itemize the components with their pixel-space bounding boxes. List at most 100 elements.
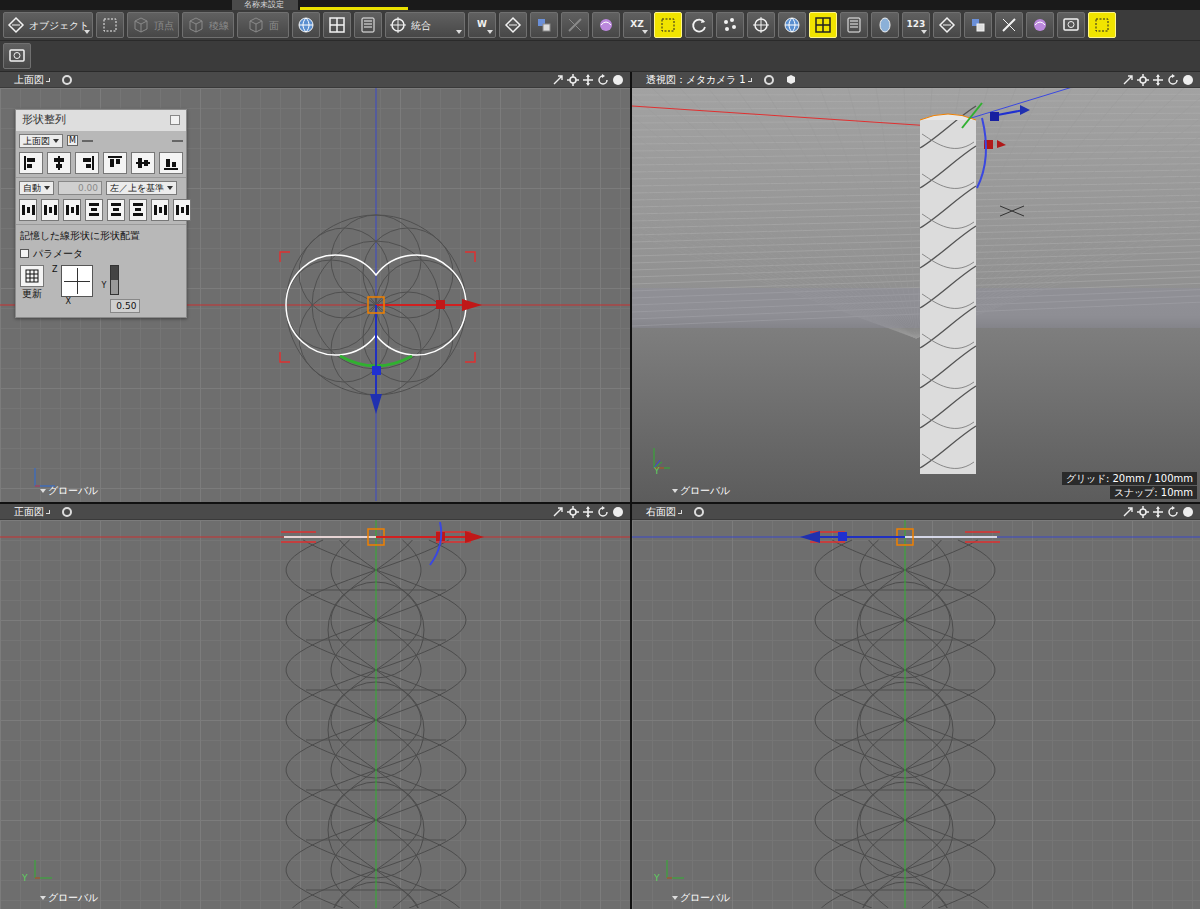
viewport-canvas[interactable]: グローバル形状整列上面図M自動0.00左／上を基準記憶した線形状に形状配置パラメ…: [0, 88, 630, 502]
zoom-fit-icon[interactable]: [1122, 74, 1134, 86]
toolbar-button[interactable]: [292, 12, 320, 38]
toolbar-button[interactable]: 統合: [385, 12, 465, 38]
toolbar-button[interactable]: [561, 12, 589, 38]
align-button[interactable]: [19, 152, 43, 174]
toolbar-button[interactable]: オブジェクト: [3, 12, 93, 38]
pan-icon[interactable]: [582, 506, 594, 518]
slider-value[interactable]: 0.50: [110, 299, 140, 313]
toolbar-button[interactable]: [1057, 12, 1085, 38]
toolbar-button[interactable]: XZ: [623, 12, 651, 38]
settings-icon[interactable]: [567, 74, 579, 86]
toolbar-button[interactable]: [1088, 12, 1116, 38]
document-tab[interactable]: 名称未設定: [232, 0, 298, 10]
toolbar-button[interactable]: [654, 12, 682, 38]
toolbar-button[interactable]: [747, 12, 775, 38]
pan-icon[interactable]: [582, 74, 594, 86]
toolbar-button[interactable]: 面: [237, 12, 289, 38]
toolbar-button[interactable]: [323, 12, 351, 38]
slider-track[interactable]: [110, 265, 119, 295]
view-select[interactable]: 正面図: [14, 505, 44, 519]
toolbar-button[interactable]: [499, 12, 527, 38]
align-button[interactable]: [131, 152, 155, 174]
viewport[interactable]: 上面図グローバル形状整列上面図M自動0.00左／上を基準記憶した線形状に形状配置…: [0, 72, 630, 502]
toolbar-button[interactable]: [778, 12, 806, 38]
view-dropdown[interactable]: 上面図: [19, 134, 63, 148]
distribute-button[interactable]: [41, 199, 59, 221]
toolbar-button[interactable]: [685, 12, 713, 38]
viewport[interactable]: 右面図Yグローバル: [632, 504, 1200, 909]
basis-dropdown[interactable]: 左／上を基準: [106, 181, 177, 195]
scene-drawing[interactable]: [632, 520, 1200, 908]
coordinate-select[interactable]: グローバル: [672, 483, 730, 498]
toolbar-button[interactable]: [354, 12, 382, 38]
viewport-canvas[interactable]: Yグローバル: [0, 520, 630, 909]
pan-icon[interactable]: [1152, 74, 1164, 86]
distribute-button[interactable]: [173, 199, 191, 221]
toolbar-button[interactable]: [530, 12, 558, 38]
align-button[interactable]: [159, 152, 183, 174]
toolbar-button[interactable]: 頂点: [127, 12, 179, 38]
shading-icon[interactable]: [1182, 74, 1194, 86]
parameter-checkbox[interactable]: [20, 249, 29, 258]
toolbar-button[interactable]: [3, 43, 31, 69]
target-icon[interactable]: [62, 507, 72, 517]
distribute-button[interactable]: [85, 199, 103, 221]
align-button[interactable]: [47, 152, 71, 174]
zoom-fit-icon[interactable]: [552, 74, 564, 86]
close-button[interactable]: [170, 115, 180, 125]
target-icon[interactable]: [62, 75, 72, 85]
target-icon[interactable]: [694, 507, 704, 517]
settings-icon[interactable]: [1137, 74, 1149, 86]
toolbar-button[interactable]: [995, 12, 1023, 38]
target-icon[interactable]: [764, 75, 774, 85]
viewport-canvas[interactable]: Yグローバル: [632, 520, 1200, 909]
m-button[interactable]: M: [67, 135, 78, 146]
settings-icon[interactable]: [1137, 506, 1149, 518]
toolbar-button[interactable]: [96, 12, 124, 38]
coordinate-select[interactable]: グローバル: [40, 890, 98, 905]
scene-drawing[interactable]: [0, 520, 630, 908]
zoom-fit-icon[interactable]: [552, 506, 564, 518]
viewport[interactable]: 正面図Yグローバル: [0, 504, 630, 909]
toolbar-button[interactable]: 稜線: [182, 12, 234, 38]
rotate-view-icon[interactable]: [597, 74, 609, 86]
option-box[interactable]: [172, 140, 183, 142]
view-select[interactable]: 上面図: [14, 73, 44, 87]
scene-drawing[interactable]: [632, 88, 1200, 501]
parameter-row[interactable]: パラメータ: [20, 247, 182, 261]
toolbar-button[interactable]: [809, 12, 837, 38]
settings-icon[interactable]: [567, 506, 579, 518]
toolbar-button[interactable]: [1026, 12, 1054, 38]
distribute-button[interactable]: [107, 199, 125, 221]
coordinate-select[interactable]: グローバル: [40, 483, 98, 498]
view-select[interactable]: 透視図：メタカメラ 1: [646, 73, 746, 87]
toolbar-button[interactable]: W: [468, 12, 496, 38]
rotate-view-icon[interactable]: [1167, 74, 1179, 86]
shading-icon[interactable]: [612, 74, 624, 86]
toolbar-button[interactable]: 123: [902, 12, 930, 38]
distribute-button[interactable]: [63, 199, 81, 221]
offset-field[interactable]: 0.00: [58, 181, 102, 195]
pan-icon[interactable]: [1152, 506, 1164, 518]
shading-icon[interactable]: [612, 506, 624, 518]
rotate-view-icon[interactable]: [1167, 506, 1179, 518]
distribute-button[interactable]: [129, 199, 147, 221]
shading-icon[interactable]: [1182, 506, 1194, 518]
plane-widget[interactable]: [61, 265, 93, 297]
view-select[interactable]: 右面図: [646, 505, 676, 519]
toolbar-button[interactable]: [964, 12, 992, 38]
distribute-button[interactable]: [151, 199, 169, 221]
mode-dropdown[interactable]: 自動: [19, 181, 54, 195]
align-button[interactable]: [75, 152, 99, 174]
viewport[interactable]: 透視図：メタカメラ 1Yグローバルグリッド: 20mm / 100mmスナップ:…: [632, 72, 1200, 502]
rotate-view-icon[interactable]: [597, 506, 609, 518]
toolbar-button[interactable]: [871, 12, 899, 38]
zoom-fit-icon[interactable]: [1122, 506, 1134, 518]
toolbar-button[interactable]: [840, 12, 868, 38]
toggle-box[interactable]: [82, 140, 93, 142]
distribute-button[interactable]: [19, 199, 37, 221]
update-button[interactable]: [20, 265, 44, 287]
align-button[interactable]: [103, 152, 127, 174]
align-panel[interactable]: 形状整列上面図M自動0.00左／上を基準記憶した線形状に形状配置パラメータ更新Z…: [15, 109, 187, 318]
coordinate-select[interactable]: グローバル: [672, 890, 730, 905]
